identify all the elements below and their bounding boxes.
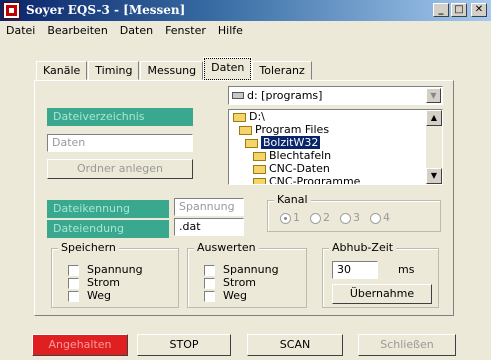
folder-label: Program Files <box>255 123 330 136</box>
radio-label: 4 <box>383 211 390 224</box>
folder-label: CNC-Programme <box>269 175 361 185</box>
folder-item[interactable]: Program Files <box>229 123 442 136</box>
speichern-title: Speichern <box>58 241 119 254</box>
tab-strip: Kanäle Timing Messung Daten Toleranz <box>36 57 313 81</box>
kanal-options: 1 2 3 4 <box>280 211 390 224</box>
checkbox-label: Weg <box>87 289 111 302</box>
checkbox-icon <box>68 290 79 302</box>
folder-item[interactable]: CNC-Daten <box>229 162 442 175</box>
kanal-group: Kanal 1 2 3 4 <box>267 193 441 232</box>
close-button[interactable]: ✕ <box>471 3 487 17</box>
file-id-label: Dateikennung <box>47 200 169 218</box>
checkbox-icon <box>204 290 215 302</box>
radio-icon <box>310 212 321 224</box>
kanal-title: Kanal <box>274 193 311 206</box>
folder-icon <box>253 151 266 161</box>
scroll-down-icon[interactable]: ▼ <box>426 168 442 184</box>
file-id-input[interactable]: Spannung <box>174 198 244 216</box>
file-ext-label: Dateiendung <box>47 220 169 238</box>
maximize-button[interactable]: □ <box>451 3 467 17</box>
radio-label: 1 <box>293 211 300 224</box>
drive-value: d: [programs] <box>247 89 323 102</box>
speichern-group: Speichern Spannung Strom Weg <box>51 241 179 308</box>
scroll-up-icon[interactable]: ▲ <box>426 110 442 126</box>
checkbox-label: Weg <box>223 289 247 302</box>
menu-datei[interactable]: Datei <box>0 22 41 40</box>
speichern-weg[interactable]: Weg <box>68 289 111 302</box>
folder-open-icon <box>239 125 252 135</box>
checkbox-label: Spannung <box>223 263 279 276</box>
close-window-button[interactable]: Schließen <box>358 334 456 356</box>
drive-icon <box>232 92 244 99</box>
chevron-down-icon[interactable]: ▼ <box>426 88 441 103</box>
stop-button[interactable]: STOP <box>137 334 231 356</box>
speichern-spannung[interactable]: Spannung <box>68 263 143 276</box>
checkbox-label: Strom <box>223 276 257 289</box>
folder-label: BolzitW32 <box>261 136 321 149</box>
checkbox-label: Strom <box>87 276 121 289</box>
kanal-option-2[interactable]: 2 <box>310 211 330 224</box>
folder-item[interactable]: BolzitW32 <box>229 136 442 149</box>
folder-scrollbar[interactable]: ▲ ▼ <box>426 110 442 184</box>
abhub-title: Abhub-Zeit <box>329 241 397 254</box>
scan-button[interactable]: SCAN <box>247 334 343 356</box>
checkbox-icon <box>204 277 215 289</box>
abhub-unit: ms <box>398 263 415 276</box>
speichern-strom[interactable]: Strom <box>68 276 120 289</box>
create-folder-button[interactable]: Ordner anlegen <box>47 159 193 179</box>
checkbox-icon <box>68 277 79 289</box>
tab-messung[interactable]: Messung <box>140 61 204 80</box>
folder-label: D:\ <box>249 110 265 123</box>
folder-open-icon <box>245 138 258 148</box>
abhub-input[interactable]: 30 <box>332 261 378 279</box>
window-controls: _ □ ✕ <box>433 3 487 17</box>
menu-hilfe[interactable]: Hilfe <box>212 22 249 40</box>
radio-icon <box>280 212 291 224</box>
radio-icon <box>370 212 381 224</box>
auswerten-strom[interactable]: Strom <box>204 276 256 289</box>
dir-label: Dateiverzeichnis <box>47 108 193 126</box>
folder-open-icon <box>233 112 246 122</box>
menu-bearbeiten[interactable]: Bearbeiten <box>41 22 113 40</box>
window-title: Soyer EQS-3 - [Messen] <box>26 3 186 17</box>
file-ext-input[interactable]: .dat <box>174 218 244 236</box>
uebernahme-button[interactable]: Übernahme <box>332 284 432 304</box>
auswerten-group: Auswerten Spannung Strom Weg <box>187 241 307 308</box>
tab-toleranz[interactable]: Toleranz <box>252 61 312 80</box>
radio-label: 3 <box>353 211 360 224</box>
folder-item[interactable]: D:\ <box>229 110 442 123</box>
kanal-option-3[interactable]: 3 <box>340 211 360 224</box>
app-icon <box>3 2 20 19</box>
abhub-group: Abhub-Zeit 30 ms Übernahme <box>322 241 439 308</box>
tab-daten[interactable]: Daten <box>203 57 253 81</box>
drive-select[interactable]: d: [programs] ▼ <box>228 86 443 105</box>
folder-icon <box>253 177 266 184</box>
radio-label: 2 <box>323 211 330 224</box>
status-indicator: Angehalten <box>32 334 128 356</box>
folder-list[interactable]: D:\ Program Files BolzitW32 Blechtafeln … <box>228 109 443 185</box>
checkbox-icon <box>204 264 215 276</box>
folder-label: Blechtafeln <box>269 149 332 162</box>
kanal-option-4[interactable]: 4 <box>370 211 390 224</box>
title-bar: Soyer EQS-3 - [Messen] _ □ ✕ <box>0 0 491 21</box>
checkbox-label: Spannung <box>87 263 143 276</box>
checkbox-icon <box>68 264 79 276</box>
tab-timing[interactable]: Timing <box>88 61 140 80</box>
auswerten-weg[interactable]: Weg <box>204 289 247 302</box>
menu-bar: Datei Bearbeiten Daten Fenster Hilfe <box>0 22 491 40</box>
dir-input[interactable]: Daten <box>47 134 193 152</box>
auswerten-title: Auswerten <box>194 241 259 254</box>
auswerten-spannung[interactable]: Spannung <box>204 263 279 276</box>
menu-daten[interactable]: Daten <box>114 22 159 40</box>
minimize-button[interactable]: _ <box>433 3 449 17</box>
menu-fenster[interactable]: Fenster <box>159 22 212 40</box>
radio-icon <box>340 212 351 224</box>
folder-icon <box>253 164 266 174</box>
folder-label: CNC-Daten <box>269 162 330 175</box>
kanal-option-1[interactable]: 1 <box>280 211 300 224</box>
tab-kanaele[interactable]: Kanäle <box>36 61 88 80</box>
folder-item[interactable]: CNC-Programme <box>229 175 442 185</box>
folder-item[interactable]: Blechtafeln <box>229 149 442 162</box>
